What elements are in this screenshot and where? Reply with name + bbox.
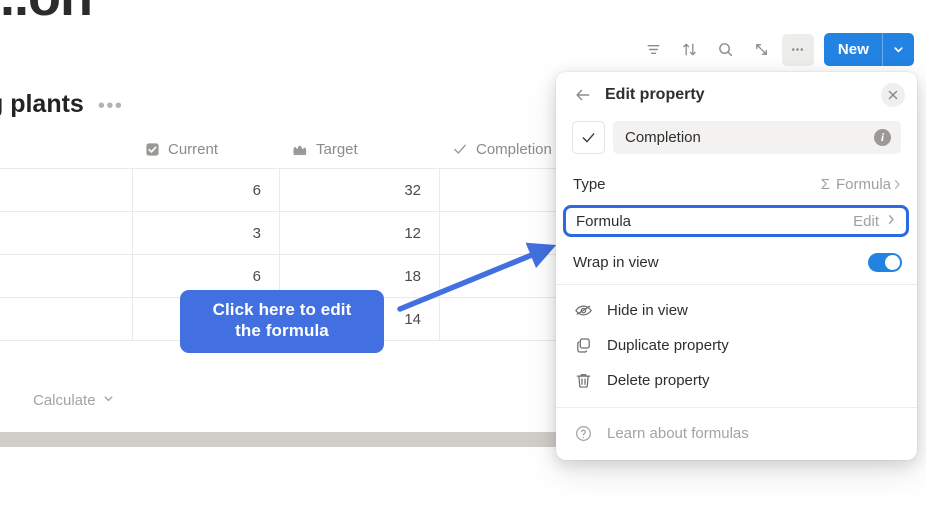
info-icon[interactable]: i — [874, 129, 891, 146]
view-toolbar: New — [638, 33, 914, 66]
formula-row-value: Edit — [853, 213, 898, 230]
calculate-label: Calculate — [33, 391, 96, 409]
menu-item-delete-property[interactable]: Delete property — [556, 363, 917, 398]
crown-icon — [292, 142, 308, 157]
panel-title: Edit property — [605, 86, 705, 103]
toggle-knob — [885, 254, 900, 270]
calculate-row: Calculate — [0, 378, 600, 422]
chevron-down-icon — [102, 392, 115, 409]
type-row-label: Type — [573, 175, 606, 193]
chevron-right-icon — [891, 178, 904, 191]
property-name-input[interactable]: Completion i — [613, 121, 901, 154]
check-icon — [452, 141, 468, 157]
new-button-label: New — [837, 41, 869, 58]
table-row[interactable]: 3 12 — [0, 211, 600, 254]
page-title: ...on — [0, 0, 93, 28]
cell-name[interactable] — [0, 212, 133, 254]
new-button[interactable]: New — [823, 33, 914, 66]
menu-item-delete-property-label: Delete property — [607, 372, 710, 389]
chevron-down-icon[interactable] — [883, 33, 914, 66]
more-options-icon[interactable] — [781, 33, 814, 66]
cell-current[interactable]: 3 — [133, 212, 280, 254]
column-header-completion-label: Completion — [476, 140, 552, 158]
database-title-row: g plants ••• — [0, 90, 123, 119]
edit-property-panel: Edit property Completion i Type Σ Formul… — [556, 72, 917, 460]
eye-off-icon — [573, 301, 593, 320]
question-circle-icon — [573, 424, 593, 443]
wrap-in-view-label: Wrap in view — [573, 253, 659, 271]
cell-target[interactable]: 32 — [280, 169, 440, 211]
wrap-in-view-row[interactable]: Wrap in view — [556, 240, 917, 284]
cell-current[interactable]: 6 — [133, 169, 280, 211]
sort-icon[interactable] — [674, 34, 706, 66]
checkbox-icon — [145, 142, 160, 157]
cell-name[interactable] — [0, 169, 133, 211]
annotation-line-1: Click here to edit — [212, 300, 352, 319]
property-name-row: Completion i — [556, 118, 917, 166]
property-type-icon-button[interactable] — [572, 121, 605, 154]
cell-name[interactable] — [0, 298, 133, 340]
annotation-line-2: the formula — [235, 321, 329, 341]
wrap-in-view-toggle[interactable] — [868, 252, 902, 272]
close-icon[interactable] — [881, 83, 905, 107]
table-header-row: Current Target Completion — [0, 130, 600, 168]
horizontal-scrollbar[interactable] — [0, 432, 560, 447]
search-icon[interactable] — [710, 34, 742, 66]
column-header-current-label: Current — [168, 140, 219, 158]
column-header-name[interactable] — [0, 130, 133, 168]
menu-item-duplicate-property[interactable]: Duplicate property — [556, 328, 917, 363]
sigma-icon: Σ — [820, 175, 830, 193]
formula-edit-label: Edit — [853, 212, 879, 230]
menu-item-learn-about-formulas[interactable]: Learn about formulas — [556, 416, 917, 451]
annotation-callout: Click here to edit the formula — [180, 290, 384, 353]
database-title[interactable]: g plants — [0, 90, 84, 119]
panel-footer: Learn about formulas — [556, 408, 917, 460]
type-row[interactable]: Type Σ Formula — [556, 166, 917, 202]
panel-menu: Hide in view Duplicate property Delete p… — [556, 285, 917, 407]
arrow-left-icon[interactable] — [570, 82, 596, 108]
duplicate-icon — [573, 336, 593, 355]
column-header-current[interactable]: Current — [133, 130, 280, 168]
table-row[interactable]: 6 32 — [0, 168, 600, 211]
calculate-button[interactable]: Calculate — [33, 392, 115, 409]
expand-icon[interactable] — [746, 34, 778, 66]
menu-item-duplicate-property-label: Duplicate property — [607, 337, 729, 354]
app-screen: ...on New — [0, 0, 926, 514]
type-row-value: Σ Formula — [821, 176, 891, 193]
menu-item-hide-in-view-label: Hide in view — [607, 302, 688, 319]
trash-icon — [573, 371, 593, 390]
column-header-target[interactable]: Target — [280, 130, 440, 168]
ellipsis-icon[interactable]: ••• — [98, 96, 124, 116]
property-name-value: Completion — [625, 129, 701, 146]
panel-header: Edit property — [556, 72, 917, 118]
menu-item-hide-in-view[interactable]: Hide in view — [556, 293, 917, 328]
cell-name[interactable] — [0, 255, 133, 297]
cell-target[interactable]: 12 — [280, 212, 440, 254]
formula-row-label: Formula — [576, 212, 632, 230]
menu-item-learn-about-formulas-label: Learn about formulas — [607, 425, 749, 442]
formula-row[interactable]: Formula Edit — [563, 205, 909, 237]
filter-icon[interactable] — [638, 34, 670, 66]
type-row-value-label: Formula — [835, 175, 891, 193]
column-header-target-label: Target — [316, 140, 358, 158]
chevron-right-icon — [885, 213, 898, 230]
